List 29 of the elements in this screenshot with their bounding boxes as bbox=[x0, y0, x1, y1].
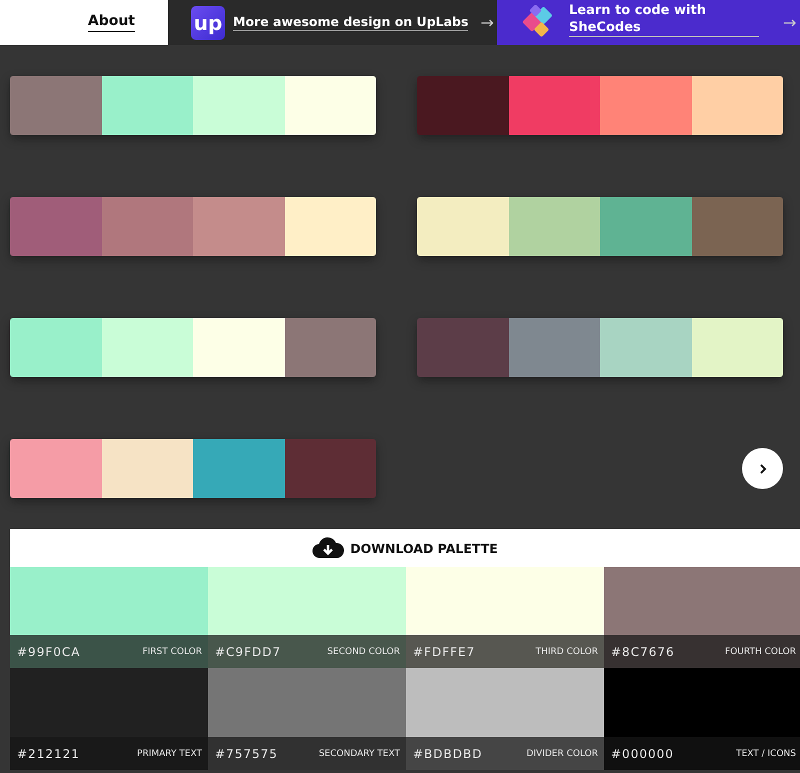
uplabs-link[interactable]: More awesome design on UpLabs bbox=[233, 14, 468, 31]
hex-code: #8C7676 bbox=[611, 644, 675, 658]
hex-code: #757575 bbox=[215, 746, 278, 760]
color-role: TEXT / ICONS bbox=[736, 748, 796, 758]
hex-code: #212121 bbox=[17, 746, 80, 760]
palette-card[interactable] bbox=[10, 439, 376, 498]
color-role: SECOND COLOR bbox=[327, 646, 400, 656]
uplabs-logo: up bbox=[191, 6, 225, 40]
arrow-icon: → bbox=[783, 13, 796, 32]
shecodes-link[interactable]: Learn to code with SheCodes bbox=[569, 2, 759, 37]
color-role: FOURTH COLOR bbox=[725, 646, 796, 656]
hex-code: #BDBDBD bbox=[413, 746, 482, 760]
palette-card[interactable] bbox=[417, 76, 783, 135]
color-role: THIRD COLOR bbox=[536, 646, 598, 656]
color-role: PRIMARY TEXT bbox=[137, 748, 202, 758]
next-button[interactable] bbox=[742, 448, 783, 489]
palette-card[interactable] bbox=[417, 318, 783, 377]
palette-card[interactable] bbox=[417, 197, 783, 256]
about-link[interactable]: About bbox=[88, 13, 135, 32]
cloud-download-icon bbox=[312, 537, 344, 559]
hex-code: #99F0CA bbox=[17, 644, 80, 658]
hex-code: #FDFFE7 bbox=[413, 644, 476, 658]
hex-code: #C9FDD7 bbox=[215, 644, 282, 658]
color-role: FIRST COLOR bbox=[142, 646, 202, 656]
arrow-icon: → bbox=[480, 13, 494, 32]
hex-code: #000000 bbox=[611, 746, 674, 760]
color-role: SECONDARY TEXT bbox=[318, 748, 400, 758]
chevron-right-icon bbox=[758, 462, 768, 474]
color-role: DIVIDER COLOR bbox=[526, 748, 598, 758]
